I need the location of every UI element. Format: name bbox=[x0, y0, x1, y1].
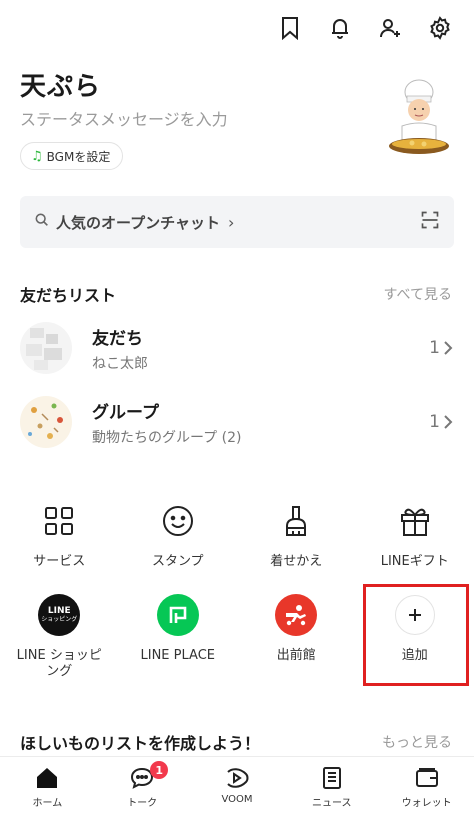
tab-voom[interactable]: VOOM bbox=[190, 757, 285, 818]
friends-section-title: 友だちリスト bbox=[20, 286, 117, 305]
tab-label: トーク bbox=[127, 798, 158, 809]
tab-news[interactable]: ニュース bbox=[284, 757, 379, 818]
group-thumbnail bbox=[20, 396, 72, 448]
bgm-label: BGMを設定 bbox=[46, 149, 111, 164]
bell-icon[interactable] bbox=[328, 14, 352, 42]
qr-scan-icon[interactable] bbox=[420, 210, 440, 234]
header-actions bbox=[278, 14, 452, 42]
groups-row-subtitle: 動物たちのグループ (2) bbox=[92, 429, 242, 446]
friends-row-title: 友だち bbox=[92, 328, 143, 349]
gift-icon bbox=[394, 500, 436, 542]
friends-row[interactable]: 友だち ねこ太郎 1 bbox=[20, 318, 454, 378]
home-icon bbox=[37, 768, 58, 788]
service-item-line-place[interactable]: LINE PLACE bbox=[119, 594, 238, 680]
groups-row-title: グループ bbox=[92, 402, 159, 423]
chevron-right-icon: › bbox=[227, 212, 235, 232]
unread-badge: 1 bbox=[150, 761, 169, 779]
news-icon bbox=[322, 767, 341, 789]
avatar[interactable] bbox=[384, 78, 454, 164]
services-row-1: サービス スタンプ 着せかえ LINEギフト bbox=[0, 500, 474, 570]
line-shopping-icon: LINE ショッピング bbox=[38, 594, 81, 636]
service-item-themes[interactable]: 着せかえ bbox=[237, 500, 356, 570]
bgm-button[interactable]: ♫ BGMを設定 bbox=[20, 142, 124, 170]
grid-icon bbox=[38, 500, 80, 542]
service-item-services[interactable]: サービス bbox=[0, 500, 119, 570]
profile-name[interactable]: 天ぷら bbox=[20, 66, 101, 103]
music-note-icon: ♫ bbox=[31, 148, 43, 164]
chevron-right-icon bbox=[444, 415, 453, 429]
groups-row[interactable]: グループ 動物たちのグループ (2) 1 bbox=[20, 392, 454, 452]
tab-talk[interactable]: 1 トーク bbox=[95, 757, 190, 818]
tab-label: ホーム bbox=[32, 798, 63, 809]
friends-count: 1 bbox=[429, 338, 454, 358]
search-icon bbox=[34, 212, 50, 232]
service-item-line-shopping[interactable]: LINE ショッピング LINE ショッピング bbox=[0, 594, 119, 680]
wishlist-more-link[interactable]: もっと見る bbox=[382, 732, 452, 752]
service-label: サービス bbox=[33, 554, 86, 569]
brush-icon bbox=[275, 500, 317, 542]
wishlist-title: ほしいものリストを作成しよう！ bbox=[20, 734, 261, 753]
wallet-icon bbox=[415, 768, 438, 787]
tab-label: ウォレット bbox=[401, 798, 452, 809]
service-item-gift[interactable]: LINEギフト bbox=[356, 500, 474, 570]
search-label: 人気のオープンチャット bbox=[56, 213, 220, 232]
friends-thumbnail bbox=[20, 322, 72, 374]
openchat-search-bar[interactable]: 人気のオープンチャット › bbox=[20, 196, 454, 248]
add-friend-icon[interactable] bbox=[378, 14, 402, 42]
groups-count-value: 1 bbox=[429, 412, 440, 432]
service-label: 出前館 bbox=[276, 648, 316, 663]
service-label: スタンプ bbox=[151, 554, 204, 569]
service-item-stamps[interactable]: スタンプ bbox=[119, 500, 238, 570]
friends-row-subtitle: ねこ太郎 bbox=[92, 355, 148, 372]
service-label: LINEギフト bbox=[380, 554, 449, 569]
service-item-demaekan[interactable]: 出前館 bbox=[237, 594, 356, 680]
groups-count: 1 bbox=[429, 412, 454, 432]
service-label: LINE ショッピング bbox=[16, 648, 102, 679]
status-message-input[interactable]: ステータスメッセージを入力 bbox=[20, 106, 228, 130]
tab-home[interactable]: ホーム bbox=[0, 757, 95, 818]
bottom-tab-bar: ホーム 1 トーク VOOM ニュース ウォレット bbox=[0, 756, 474, 818]
line-place-icon bbox=[156, 594, 199, 636]
service-label: LINE PLACE bbox=[140, 648, 215, 663]
smile-icon bbox=[157, 500, 199, 542]
chevron-right-icon bbox=[444, 341, 453, 355]
voom-icon bbox=[227, 768, 249, 788]
service-label: 着せかえ bbox=[270, 554, 323, 569]
see-all-link[interactable]: すべて見る bbox=[384, 284, 452, 304]
tab-label: ニュース bbox=[312, 798, 352, 809]
highlight-box bbox=[363, 584, 469, 686]
tab-label: VOOM bbox=[221, 794, 253, 805]
settings-icon[interactable] bbox=[428, 14, 452, 42]
friends-count-value: 1 bbox=[429, 338, 440, 358]
demaekan-icon bbox=[275, 594, 318, 636]
bookmark-icon[interactable] bbox=[278, 14, 302, 42]
tab-wallet[interactable]: ウォレット bbox=[379, 757, 474, 818]
